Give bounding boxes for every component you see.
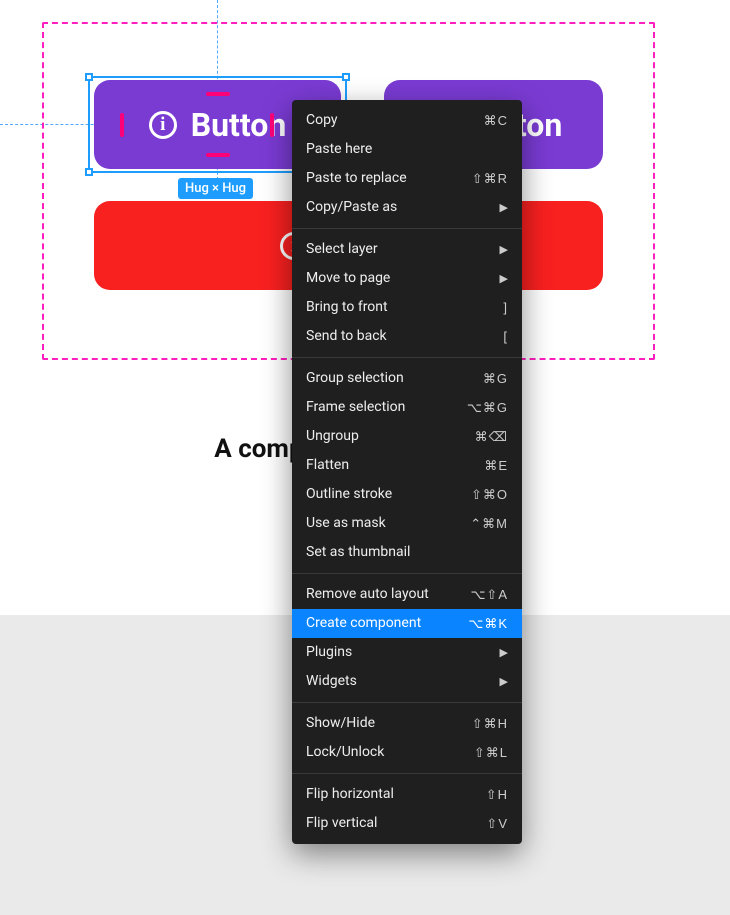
context-menu-item-label: Move to page [306, 269, 390, 288]
context-menu-item-label: Send to back [306, 327, 387, 346]
context-menu-separator [292, 573, 522, 574]
context-menu-item-shortcut: ⌥⌘K [468, 614, 508, 633]
chevron-right-icon: ▶ [500, 198, 508, 217]
context-menu-item-label: Set as thumbnail [306, 543, 410, 562]
context-menu-item-send-to-back[interactable]: Send to back [ [292, 322, 522, 351]
context-menu-item-create-component[interactable]: Create component ⌥⌘K [292, 609, 522, 638]
context-menu-item-move-to-page[interactable]: Move to page ▶ [292, 264, 522, 293]
context-menu-item-label: Paste here [306, 140, 372, 159]
context-menu-item-widgets[interactable]: Widgets ▶ [292, 667, 522, 696]
context-menu-separator [292, 357, 522, 358]
chevron-right-icon: ▶ [500, 672, 508, 691]
context-menu-item-copy-paste-as[interactable]: Copy/Paste as ▶ [292, 193, 522, 222]
context-menu-item-shortcut: ⇧⌘L [474, 743, 508, 762]
context-menu-item-ungroup[interactable]: Ungroup ⌘⌫ [292, 422, 522, 451]
context-menu-item-show-hide[interactable]: Show/Hide ⇧⌘H [292, 709, 522, 738]
context-menu-item-label: Select layer [306, 240, 378, 259]
context-menu-item-shortcut: ⇧⌘H [472, 714, 508, 733]
context-menu-item-shortcut: ⇧⌘R [472, 169, 508, 188]
context-menu-item-label: Remove auto layout [306, 585, 429, 604]
info-icon: i [149, 111, 177, 139]
selection-size-badge: Hug × Hug [178, 178, 253, 199]
context-menu-item-shortcut: ⇧⌘O [471, 485, 508, 504]
chevron-right-icon: ▶ [500, 269, 508, 288]
context-menu-item-use-as-mask[interactable]: Use as mask ⌃⌘M [292, 509, 522, 538]
context-menu-item-frame-selection[interactable]: Frame selection ⌥⌘G [292, 393, 522, 422]
context-menu-item-label: Frame selection [306, 398, 405, 417]
context-menu-item-flatten[interactable]: Flatten ⌘E [292, 451, 522, 480]
context-menu-item-bring-to-front[interactable]: Bring to front] [292, 293, 522, 322]
context-menu-item-shortcut: ⌃⌘M [470, 514, 508, 533]
context-menu-item-label: Outline stroke [306, 485, 392, 504]
context-menu-separator [292, 702, 522, 703]
context-menu-item-label: Flatten [306, 456, 349, 475]
context-menu-item-select-layer[interactable]: Select layer ▶ [292, 235, 522, 264]
context-menu-item-shortcut: ⌘⌫ [475, 427, 508, 446]
context-menu-item-label: Show/Hide [306, 714, 375, 733]
context-menu-item-shortcut: ⌥⌘G [467, 398, 508, 417]
context-menu-item-label: Copy/Paste as [306, 198, 397, 217]
button-label: Button [191, 106, 287, 144]
context-menu-item-shortcut: ⌥⇧A [470, 585, 508, 604]
context-menu-item-label: Create component [306, 614, 421, 633]
context-menu-separator [292, 228, 522, 229]
context-menu-item-lock-unlock[interactable]: Lock/Unlock ⇧⌘L [292, 738, 522, 767]
context-menu-item-paste-here[interactable]: Paste here [292, 135, 522, 164]
context-menu-item-flip-vertical[interactable]: Flip vertical ⇧V [292, 809, 522, 838]
context-menu-item-shortcut: ⇧V [486, 814, 508, 833]
context-menu-item-label: Bring to front [306, 298, 388, 317]
context-menu-item-label: Group selection [306, 369, 404, 388]
context-menu-item-label: Lock/Unlock [306, 743, 384, 762]
context-menu-item-shortcut: [ [503, 327, 508, 346]
context-menu-item-label: Use as mask [306, 514, 386, 533]
context-menu-item-remove-auto-layout[interactable]: Remove auto layout ⌥⇧A [292, 580, 522, 609]
chevron-right-icon: ▶ [500, 240, 508, 259]
context-menu-item-plugins[interactable]: Plugins ▶ [292, 638, 522, 667]
context-menu-item-label: Copy [306, 111, 338, 130]
context-menu-item-label: Paste to replace [306, 169, 407, 188]
context-menu-item-paste-to-replace[interactable]: Paste to replace ⇧⌘R [292, 164, 522, 193]
chevron-right-icon: ▶ [500, 643, 508, 662]
context-menu[interactable]: Copy ⌘C Paste here Paste to replace ⇧⌘R Copy/… [292, 100, 522, 844]
context-menu-item-outline-stroke[interactable]: Outline stroke ⇧⌘O [292, 480, 522, 509]
context-menu-item-label: Ungroup [306, 427, 359, 446]
context-menu-item-shortcut: ⇧H [486, 785, 508, 804]
context-menu-item-copy[interactable]: Copy ⌘C [292, 106, 522, 135]
context-menu-item-label: Flip vertical [306, 814, 377, 833]
context-menu-item-group-selection[interactable]: Group selection ⌘G [292, 364, 522, 393]
context-menu-item-shortcut: ⌘G [483, 369, 508, 388]
context-menu-item-label: Flip horizontal [306, 785, 394, 804]
context-menu-item-shortcut: ] [503, 298, 508, 317]
context-menu-item-shortcut: ⌘C [484, 111, 508, 130]
context-menu-separator [292, 773, 522, 774]
context-menu-item-shortcut: ⌘E [484, 456, 508, 475]
context-menu-item-label: Plugins [306, 643, 352, 662]
context-menu-item-set-as-thumbnail[interactable]: Set as thumbnail [292, 538, 522, 567]
context-menu-item-label: Widgets [306, 672, 357, 691]
context-menu-item-flip-horizontal[interactable]: Flip horizontal ⇧H [292, 780, 522, 809]
